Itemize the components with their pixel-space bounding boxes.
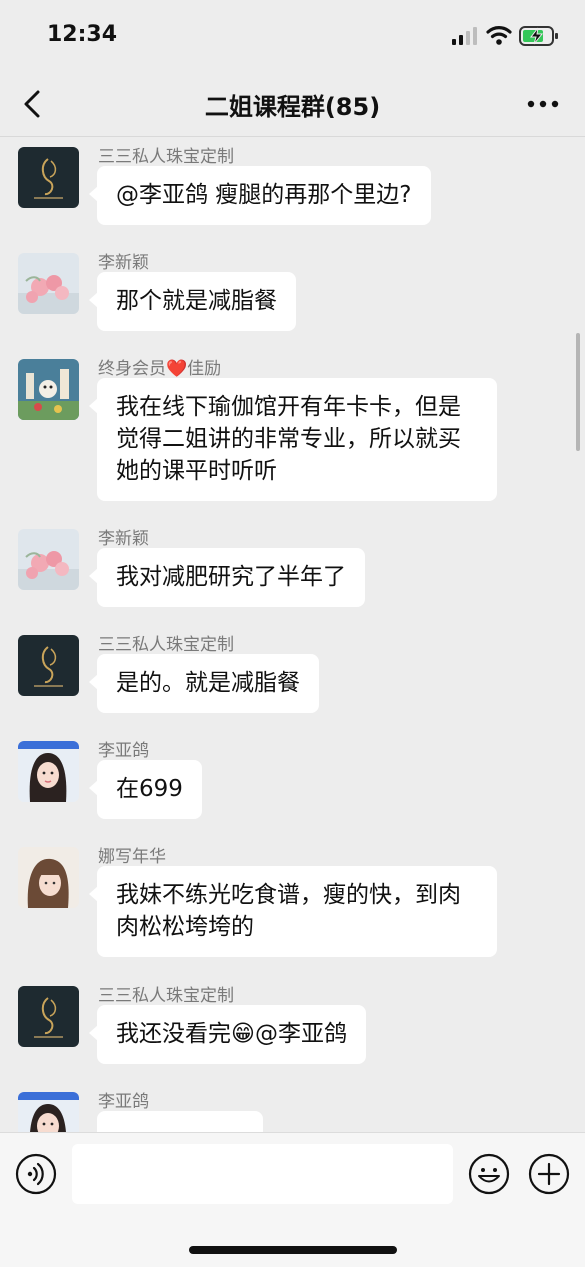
message-bubble[interactable]: 在699	[89, 760, 202, 819]
wifi-icon	[486, 26, 512, 45]
sender-name: 李新颖	[98, 253, 149, 273]
scrollbar[interactable]	[576, 333, 580, 451]
sender-name: 李亚鸽	[98, 1092, 149, 1112]
plus-icon[interactable]	[528, 1153, 570, 1195]
message-bubble[interactable]	[89, 1111, 263, 1132]
voice-icon[interactable]	[15, 1153, 57, 1195]
battery-charging-icon	[519, 26, 558, 46]
signal-icon	[452, 27, 477, 45]
sender-name-suffix: 佳励	[187, 359, 222, 379]
sender-name: 李新颖	[98, 529, 149, 549]
sender-name: 三三私人珠宝定制	[98, 635, 234, 655]
sender-name: 娜写年华	[98, 847, 166, 867]
message-bubble[interactable]: 是的。就是减脂餐	[89, 654, 319, 713]
girl-photo-avatar[interactable]	[18, 741, 79, 802]
sender-name-prefix: 终身会员	[98, 359, 166, 379]
status-time: 12:34	[47, 22, 118, 47]
message-input[interactable]	[72, 1144, 453, 1204]
message-bubble[interactable]: 那个就是减脂餐	[89, 272, 296, 331]
emoji-icon[interactable]	[468, 1153, 510, 1195]
sender-name: 三三私人珠宝定制	[98, 986, 234, 1006]
message-bubble[interactable]: 我还没看完😁@李亚鸽	[89, 1005, 366, 1064]
jewelry-logo-avatar[interactable]	[18, 147, 79, 208]
roses-avatar[interactable]	[18, 529, 79, 590]
more-dots-icon[interactable]	[526, 94, 560, 114]
sender-name: 终身会员❤️佳励	[98, 354, 221, 379]
sender-name: 三三私人珠宝定制	[98, 147, 234, 167]
heart-emoji: ❤️	[166, 359, 188, 379]
chat-message-list[interactable]: 三三私人珠宝定制 @李亚鸽 瘦腿的再那个里边? 李新颖 那个就是减脂餐 终身会员…	[0, 137, 585, 1132]
grinning-emoji: 😁	[231, 1021, 255, 1047]
message-bubble[interactable]: @李亚鸽 瘦腿的再那个里边?	[89, 166, 431, 225]
girl-photo-avatar[interactable]	[18, 1092, 79, 1132]
page-title: 二姐课程群(85)	[204, 93, 381, 121]
mention-text: @李亚鸽	[254, 1021, 347, 1047]
cartoon-avatar[interactable]	[18, 359, 79, 420]
woman-photo-avatar[interactable]	[18, 847, 79, 908]
jewelry-logo-avatar[interactable]	[18, 986, 79, 1047]
navigation-bar: 二姐课程群(85)	[0, 72, 585, 137]
roses-avatar[interactable]	[18, 253, 79, 314]
message-bubble[interactable]: 我在线下瑜伽馆开有年卡卡，但是觉得二姐讲的非常专业，所以就买她的课平时听听	[89, 378, 497, 501]
message-text: 我还没看完	[116, 1021, 231, 1047]
jewelry-logo-avatar[interactable]	[18, 635, 79, 696]
status-bar: 12:34	[0, 0, 585, 72]
message-bubble[interactable]: 我对减肥研究了半年了	[89, 548, 365, 607]
sender-name: 李亚鸽	[98, 741, 149, 761]
home-indicator[interactable]	[189, 1246, 397, 1254]
message-bubble[interactable]: 我妹不练光吃食谱，瘦的快，到肉肉松松垮垮的	[89, 866, 497, 957]
